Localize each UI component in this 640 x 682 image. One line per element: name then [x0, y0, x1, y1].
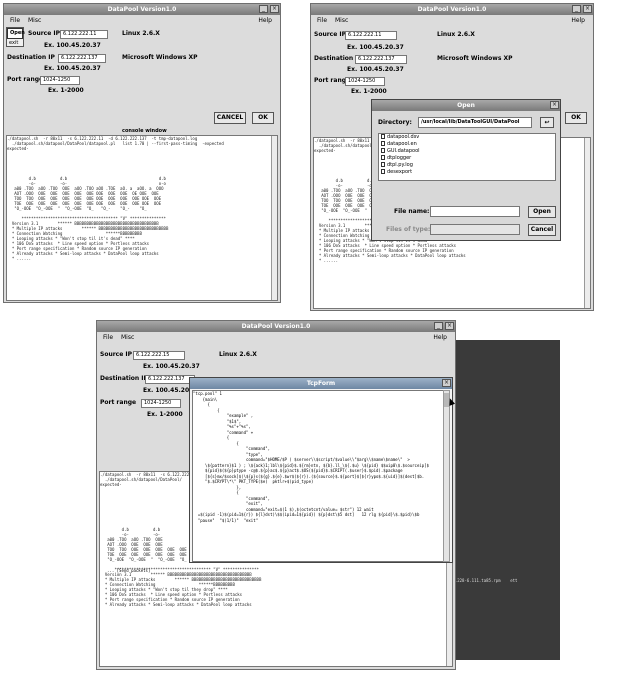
file-icon [381, 148, 385, 153]
port-range-example: Ex. 1-2000 [48, 87, 84, 94]
dialog-title: Open [372, 100, 560, 111]
menubar: File Misc Help [4, 15, 280, 27]
port-range-field[interactable]: 1024-1250 [40, 76, 80, 85]
console-window-label: console window [122, 128, 167, 134]
destination-ip-example: Ex. 100.45.20.37 [44, 65, 101, 72]
port-range-example: Ex. 1-2000 [147, 411, 183, 418]
console-window[interactable]: ./datapool.sh -r 80x11 -s 6.122.222.11 -… [6, 135, 278, 301]
cancel-button[interactable]: Cancel [528, 224, 556, 236]
console-status: ... [Send packets] [107, 568, 151, 573]
directory-label: Directory: [378, 119, 412, 126]
file-menu-dropdown: Open exit [6, 27, 25, 48]
destination-ip-example: Ex. 100.45.20.37 [347, 66, 404, 73]
source-os-value: Linux 2.6.X [219, 351, 257, 358]
menu-file[interactable]: File [101, 332, 115, 344]
port-range-label: Port range [7, 76, 44, 83]
tcpform-window: TcpForm × "tcp.pool" 1 {main\ { { "examp… [189, 377, 453, 563]
file-icon [381, 162, 385, 167]
list-item[interactable]: dtpl.py.log [379, 162, 555, 169]
window-title: DataPool Version1.0 [4, 4, 280, 15]
destination-ip-field[interactable]: 6.122.222.137 [58, 54, 106, 63]
destination-os-value: Microsoft Windows XP [437, 55, 513, 62]
source-ip-label: Source IP [28, 30, 61, 37]
menu-file[interactable]: File [315, 15, 329, 27]
list-item[interactable]: datapool.en [379, 141, 555, 148]
source-ip-example: Ex. 100.45.20.37 [44, 42, 101, 49]
ok-button[interactable]: OK [252, 112, 274, 124]
destination-os-value: Microsoft Windows XP [122, 54, 198, 61]
directory-combo[interactable]: /usr/local/lib/DataToolGUI/DataPool [418, 117, 532, 128]
menu-item-open[interactable]: Open [7, 28, 25, 39]
menubar: File Misc Help [311, 15, 593, 27]
source-ip-field[interactable]: 6.122.222.11 [345, 31, 397, 40]
menu-help[interactable]: Help [431, 332, 449, 344]
close-button[interactable]: × [445, 322, 454, 330]
source-ip-field[interactable]: 6.122.222.11 [60, 30, 108, 39]
close-button[interactable]: × [583, 5, 592, 13]
source-os-value: Linux 2.6.X [122, 30, 160, 37]
datapool-window-1: DataPool Version1.0 _ × File Misc Help O… [3, 3, 281, 303]
menu-help[interactable]: Help [256, 15, 274, 27]
ok-button[interactable]: OK [565, 112, 587, 124]
destination-ip-field[interactable]: 6.122.222.137 [145, 375, 195, 384]
up-folder-button[interactable]: ↩ [540, 117, 554, 128]
port-range-example: Ex. 1-2000 [351, 88, 387, 95]
list-item[interactable]: datapool.dsv [379, 134, 555, 141]
menubar: File Misc Help [97, 332, 455, 344]
minimize-button[interactable]: _ [259, 5, 268, 13]
source-ip-example: Ex. 100.45.20.37 [143, 363, 200, 370]
menu-misc[interactable]: Misc [26, 15, 43, 27]
list-item[interactable]: dtplogger [379, 155, 555, 162]
destination-ip-field[interactable]: 6.122.222.137 [355, 55, 407, 64]
source-ip-field[interactable]: 6.122.222.15 [133, 351, 185, 360]
menu-misc[interactable]: Misc [333, 15, 350, 27]
port-range-field[interactable]: 1024-1250 [141, 399, 181, 408]
tcpform-editor[interactable]: "tcp.pool" 1 {main\ { { "example" , "$1$… [192, 390, 444, 562]
menu-help[interactable]: Help [569, 15, 587, 27]
datapool-window-2: DataPool Version1.0 _ × File Misc Help S… [310, 3, 594, 311]
file-icon [381, 134, 385, 139]
editor-scrollbar[interactable] [443, 390, 450, 562]
source-ip-label: Source IP [314, 31, 347, 38]
console-scrollbar[interactable] [271, 136, 277, 300]
filename-label: File name: [394, 208, 430, 215]
close-button[interactable]: × [270, 5, 279, 13]
menu-misc[interactable]: Misc [119, 332, 136, 344]
port-range-label: Port range [100, 399, 137, 406]
datapool-window-3: DataPool Version1.0 _ × File Misc Help S… [96, 320, 456, 670]
cancel-button[interactable]: CANCEL [214, 112, 246, 124]
tcpform-title: TcpForm [190, 378, 452, 389]
menu-item-exit[interactable]: exit [7, 39, 23, 48]
file-icon [381, 155, 385, 160]
source-os-value: Linux 2.6.X [437, 31, 475, 38]
file-list[interactable]: datapool.dsv datapool.en GUI.datapool dt… [378, 133, 556, 181]
filetype-label: Files of type: [386, 226, 431, 233]
port-range-field[interactable]: 1024-1250 [345, 77, 385, 86]
terminal-output: ...228-6.111.ta85.rpm ett [450, 578, 518, 583]
open-dialog: Open × Directory: /usr/local/lib/DataToo… [371, 99, 561, 241]
window-title: DataPool Version1.0 [311, 4, 593, 15]
file-icon [381, 141, 385, 146]
menu-file[interactable]: File [8, 15, 22, 27]
console-output: ./datapool.sh -r 80x11 -s 6.122.222.11 -… [7, 136, 224, 261]
destination-ip-label: Destination IP [100, 375, 148, 382]
filetype-select[interactable] [430, 224, 520, 235]
source-ip-label: Source IP [100, 351, 133, 358]
destination-ip-label: Destination IP [7, 54, 55, 61]
file-icon [381, 169, 385, 174]
list-item[interactable]: desexport [379, 169, 555, 176]
window-title: DataPool Version1.0 [97, 321, 455, 332]
list-item[interactable]: GUI.datapool [379, 148, 555, 155]
console-scrollbar[interactable] [584, 138, 590, 308]
filename-input[interactable] [430, 206, 520, 217]
source-ip-example: Ex. 100.45.20.37 [347, 44, 404, 51]
close-button[interactable]: × [550, 101, 559, 109]
open-button[interactable]: Open [528, 206, 556, 218]
minimize-button[interactable]: _ [434, 322, 443, 330]
tcpform-code: "tcp.pool" 1 {main\ { { "example" , "$1$… [193, 391, 430, 523]
close-button[interactable]: × [442, 379, 451, 387]
minimize-button[interactable]: _ [572, 5, 581, 13]
